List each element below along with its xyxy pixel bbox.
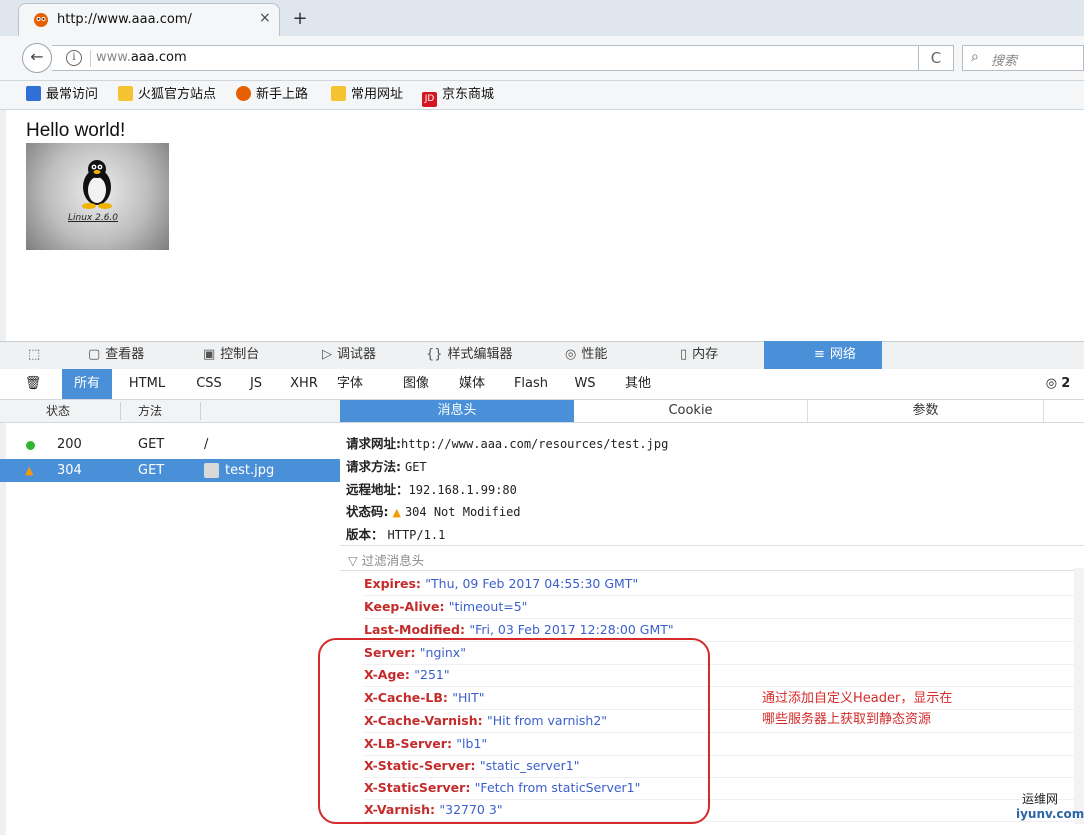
tux-penguin-icon — [82, 160, 112, 209]
search-icon: ⌕ — [971, 49, 979, 65]
watermark: 运维网 iyunv.com — [1016, 792, 1084, 821]
clear-trash-icon[interactable]: 🗑 — [22, 369, 44, 399]
filter-flash[interactable]: Flash — [508, 369, 554, 399]
tab-memory[interactable]: ▯ 内存 — [680, 341, 718, 368]
search-input[interactable]: ⌕ 搜索 — [962, 45, 1084, 71]
search-placeholder: 搜索 — [991, 54, 1018, 69]
bookmark-common-sites[interactable]: 常用网址 — [331, 85, 403, 105]
tab-console[interactable]: ▣ 控制台 — [203, 341, 259, 368]
performance-icon: ◎ — [1045, 376, 1058, 391]
tab-inspector[interactable]: ▢ 查看器 — [88, 341, 144, 368]
firefox-favicon-icon — [34, 13, 48, 27]
jd-icon: JD — [422, 92, 437, 107]
image-caption: Linux 2.6.0 — [68, 213, 119, 223]
tab-style-editor[interactable]: {} 样式编辑器 — [426, 341, 513, 368]
reload-button[interactable]: C — [918, 45, 954, 71]
image-thumbnail-icon — [204, 463, 219, 478]
filter-other[interactable]: 其他 — [618, 369, 658, 399]
tab-debugger[interactable]: ▷ 调试器 — [322, 341, 376, 368]
summary-version: 版本： HTTP/1.1 — [346, 527, 446, 542]
url-text: www.aaa.com — [96, 50, 187, 65]
summary-method: 请求方法: GET — [346, 459, 427, 474]
bookmark-jd[interactable]: JD 京东商城 — [422, 85, 494, 107]
bookmark-most-visited[interactable]: 最常访问 — [26, 85, 98, 105]
column-method[interactable]: 方法 — [138, 402, 162, 419]
filter-ws[interactable]: WS — [568, 369, 602, 399]
console-icon: ▣ — [203, 347, 216, 362]
scrollbar[interactable] — [1074, 568, 1084, 824]
new-tab-button[interactable]: + — [286, 5, 314, 33]
url-bar[interactable]: i www.aaa.com — [52, 45, 954, 71]
tab-network[interactable]: ≡ 网络 — [764, 341, 882, 369]
tab-title: http://www.aaa.com/ — [57, 12, 192, 27]
debugger-icon: ▷ — [322, 347, 332, 362]
element-picker-icon[interactable]: ⬚ — [28, 341, 45, 368]
warning-icon: ▲ — [392, 506, 401, 519]
request-row[interactable]: 200 GET / — [0, 433, 340, 456]
column-divider — [120, 402, 121, 420]
status-warning-icon: ▲ — [25, 464, 34, 477]
header-row[interactable]: Keep-Alive: "timeout=5" — [364, 596, 1084, 619]
filter-fonts[interactable]: 字体 — [332, 369, 368, 399]
page-heading: Hello world! — [26, 120, 126, 141]
filter-css[interactable]: CSS — [188, 369, 230, 399]
highlight-ring — [318, 638, 710, 824]
filter-media[interactable]: 媒体 — [452, 369, 492, 399]
filter-xhr[interactable]: XHR — [282, 369, 326, 399]
filter-icon: ▽ — [348, 553, 358, 568]
folder-icon — [118, 86, 133, 101]
browser-tab[interactable]: http://www.aaa.com/ × — [18, 3, 280, 36]
status-ok-icon — [26, 441, 35, 450]
column-divider — [200, 402, 201, 420]
inspector-icon: ▢ — [88, 347, 101, 362]
request-row-selected[interactable]: ▲ 304 GET test.jpg — [0, 459, 340, 482]
linux-image: Linux 2.6.0 — [26, 143, 169, 250]
url-separator — [90, 50, 91, 67]
annotation-text: 通过添加自定义Header，显示在 哪些服务器上获取到静态资源 — [762, 691, 953, 727]
filter-all[interactable]: 所有 — [62, 369, 112, 399]
network-icon: ≡ — [814, 347, 825, 362]
filter-headers-input[interactable]: ▽ 过滤消息头 — [340, 545, 1084, 571]
header-row[interactable]: Expires: "Thu, 09 Feb 2017 04:55:30 GMT" — [364, 573, 1084, 596]
firefox-icon — [236, 86, 251, 101]
summary-remote: 远程地址：192.168.1.99:80 — [346, 482, 517, 497]
folder-icon — [331, 86, 346, 101]
summary-status: 状态码: ▲ 304 Not Modified — [346, 504, 521, 519]
tab-performance[interactable]: ◎ 性能 — [565, 341, 607, 368]
summary-url: 请求网址:http://www.aaa.com/resources/test.j… — [346, 436, 669, 451]
performance-icon: ◎ — [565, 347, 577, 362]
back-button[interactable]: ← — [22, 43, 52, 73]
style-editor-icon: {} — [426, 347, 443, 362]
column-status[interactable]: 状态 — [46, 402, 70, 419]
tab-params[interactable]: 参数 — [808, 400, 1044, 422]
tab-headers[interactable]: 消息头 — [340, 400, 574, 422]
filter-images[interactable]: 图像 — [396, 369, 436, 399]
filter-js[interactable]: JS — [240, 369, 272, 399]
request-count: ◎ 2 — [1045, 376, 1071, 391]
filter-html[interactable]: HTML — [118, 369, 176, 399]
bookmark-search-icon — [26, 86, 41, 101]
bookmark-firefox-site[interactable]: 火狐官方站点 — [118, 85, 216, 105]
tab-cookies[interactable]: Cookie — [574, 400, 808, 422]
tab-close-icon[interactable]: × — [259, 10, 271, 26]
memory-icon: ▯ — [680, 347, 688, 362]
site-info-icon[interactable]: i — [66, 50, 82, 66]
bookmark-getting-started[interactable]: 新手上路 — [236, 85, 308, 105]
devtools-toolbar — [0, 341, 1084, 370]
